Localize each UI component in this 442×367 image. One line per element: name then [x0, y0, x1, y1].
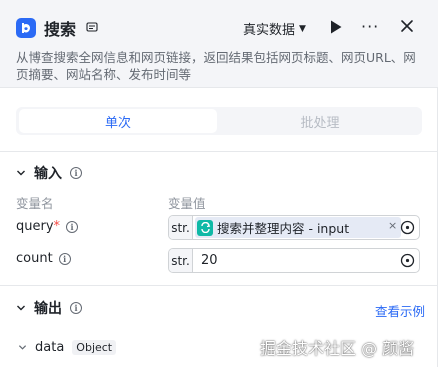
run-mode-tabs: 单次 批处理 [16, 107, 422, 135]
data-mode-label: 真实数据 [243, 23, 296, 38]
close-icon[interactable] [400, 19, 414, 33]
required-mark: * [53, 219, 61, 234]
column-header-value: 变量值 [168, 196, 206, 211]
plugin-description: 从博查搜索全网信息和网页链接，返回结果包括网页标题、网页URL、网页摘要、网站名… [16, 50, 416, 82]
chevron-down-icon[interactable] [16, 303, 26, 313]
loop-node-icon [197, 219, 213, 236]
info-icon[interactable]: i [58, 252, 71, 265]
chevron-down-icon[interactable] [18, 343, 27, 352]
output-item-name: data [35, 340, 65, 355]
output-item-data[interactable]: data Object [18, 340, 117, 355]
clear-reference-icon[interactable]: × [388, 219, 397, 232]
search-plugin-logo-icon [16, 18, 36, 38]
variable-picker-icon[interactable] [400, 220, 415, 235]
variable-picker-icon[interactable] [400, 253, 415, 268]
watermark: 掘金技术社区 @ 颜酱 [260, 339, 415, 358]
count-value-field[interactable]: str. 20 [168, 248, 420, 273]
info-icon[interactable]: i [66, 220, 79, 233]
more-options-icon[interactable]: ··· [361, 17, 379, 36]
var-label-query: query* i [16, 219, 79, 234]
tab-single[interactable]: 单次 [19, 109, 217, 133]
panel-header: 搜索 真实数据 ▼ ··· 从博查搜索全网信息和网页链接，返回结果包括网页标题、… [0, 0, 438, 88]
data-mode-select[interactable]: 真实数据 ▼ [243, 19, 306, 38]
section-divider [0, 151, 438, 152]
query-value-field[interactable]: str. 搜索并整理内容 - input × [168, 215, 420, 240]
output-type-tag: Object [72, 340, 117, 355]
info-icon[interactable]: i [70, 302, 82, 314]
var-name: query [16, 219, 54, 234]
run-button-play-icon[interactable] [329, 19, 343, 35]
var-name: count [16, 251, 53, 266]
variable-reference-chip[interactable]: 搜索并整理内容 - input [195, 217, 401, 238]
section-divider [0, 285, 438, 286]
caret-down-icon: ▼ [299, 23, 306, 34]
panel-title: 搜索 [44, 20, 77, 39]
edit-icon[interactable] [86, 21, 98, 33]
count-value[interactable]: 20 [201, 253, 218, 268]
chevron-down-icon[interactable] [16, 168, 26, 178]
info-icon[interactable]: i [70, 167, 82, 179]
reference-text: 搜索并整理内容 - input [217, 221, 350, 236]
view-example-link[interactable]: 查看示例 [375, 301, 425, 320]
column-header-name: 变量名 [16, 196, 54, 211]
input-section-title: 输入 [34, 166, 62, 182]
tab-batch[interactable]: 批处理 [221, 109, 419, 133]
output-section-header[interactable]: 输出 i [16, 298, 82, 318]
type-tag[interactable]: str. [169, 249, 193, 272]
input-section-header[interactable]: 输入 i [16, 163, 82, 183]
node-test-panel: 搜索 真实数据 ▼ ··· 从博查搜索全网信息和网页链接，返回结果包括网页标题、… [0, 0, 438, 367]
type-tag[interactable]: str. [169, 216, 193, 239]
output-section-title: 输出 [34, 301, 62, 317]
var-label-count: count i [16, 251, 71, 266]
